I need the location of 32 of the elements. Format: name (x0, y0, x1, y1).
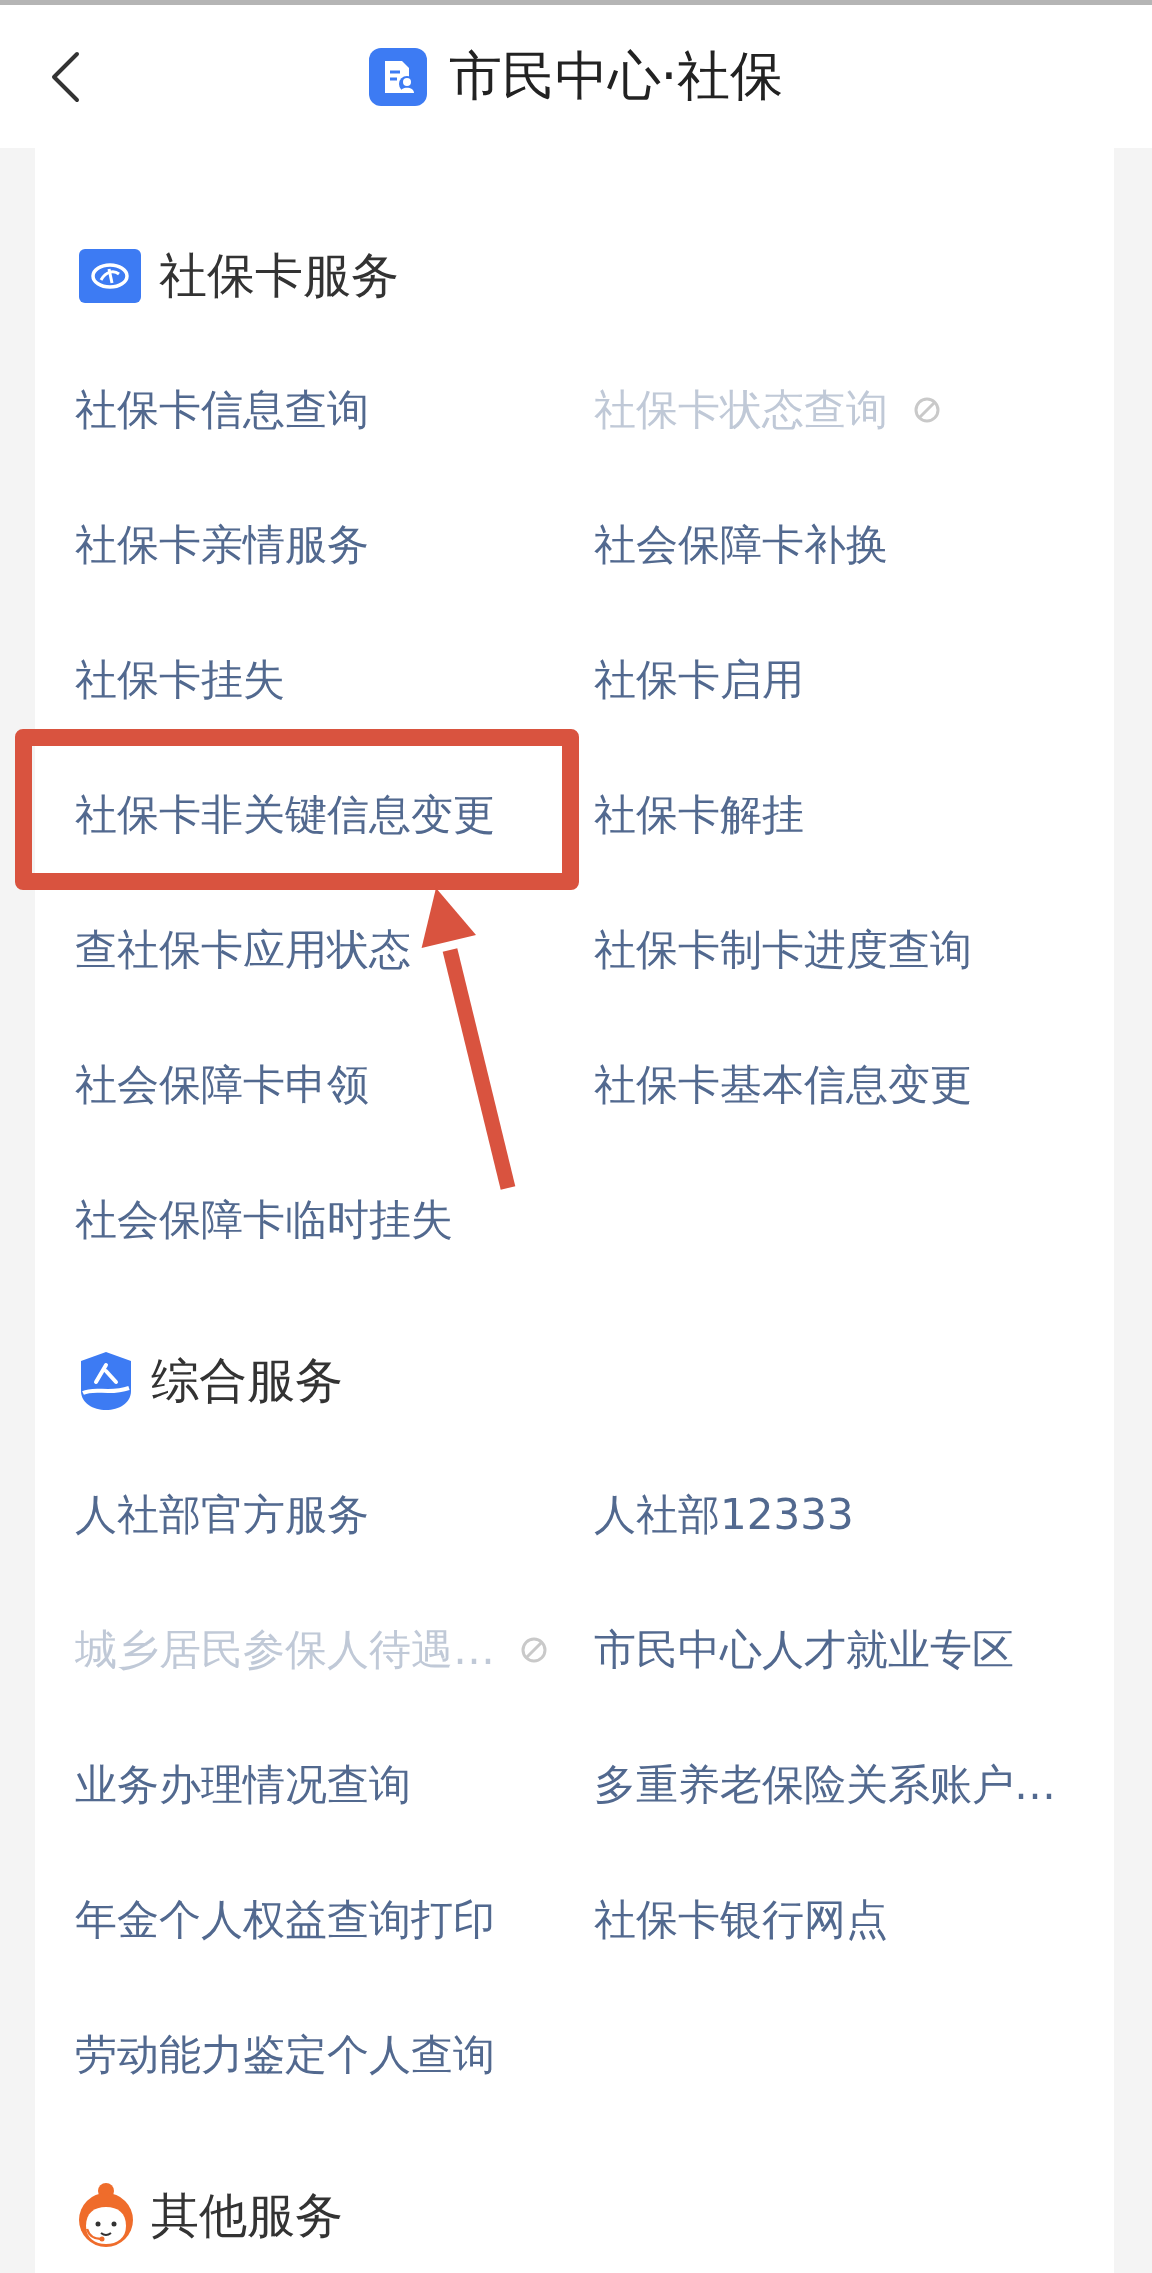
shield-icon (79, 1350, 133, 1411)
service-item[interactable]: 业务办理情况查询 (75, 1760, 411, 1811)
service-item[interactable]: 劳动能力鉴定个人查询 (75, 2030, 495, 2081)
service-item[interactable]: 多重养老保险关系账户… (594, 1760, 1056, 1811)
back-icon (50, 50, 80, 103)
service-item[interactable]: 市民中心人才就业专区 (594, 1625, 1014, 1676)
service-item[interactable]: 社保卡银行网点 (594, 1895, 888, 1946)
service-item[interactable]: 人社部官方服务 (75, 1490, 369, 1541)
service-item[interactable]: 社保卡挂失 (75, 655, 285, 706)
service-item[interactable]: 社保卡解挂 (594, 790, 804, 841)
section-title: 社保卡服务 (159, 245, 399, 305)
service-item[interactable]: 社保卡制卡进度查询 (594, 925, 972, 976)
service-item[interactable]: 社会保障卡临时挂失 (75, 1195, 453, 1246)
prohibited-icon (914, 397, 940, 424)
back-button[interactable] (50, 50, 80, 103)
section-title: 综合服务 (151, 1350, 343, 1410)
service-item[interactable]: 社保卡亲情服务 (75, 520, 369, 571)
service-item[interactable]: 社保卡非关键信息变更 (75, 790, 495, 841)
section-title: 其他服务 (151, 2185, 343, 2245)
document-person-icon (368, 47, 427, 106)
service-item[interactable]: 查社保卡应用状态 (75, 925, 411, 976)
headset-person-icon (79, 2183, 133, 2248)
service-item[interactable]: 社保卡启用 (594, 655, 804, 706)
service-item[interactable]: 社会保障卡补换 (594, 520, 888, 571)
service-item[interactable]: 社保卡基本信息变更 (594, 1060, 972, 1111)
service-item[interactable]: 年金个人权益查询打印 (75, 1895, 495, 1946)
page-title: 市民中心·社保 (448, 43, 784, 108)
emblem-icon (79, 248, 141, 303)
service-item[interactable]: 社会保障卡申领 (75, 1060, 369, 1111)
prohibited-icon (521, 1637, 547, 1664)
service-item[interactable]: 人社部12333 (594, 1490, 854, 1541)
service-item[interactable]: 社保卡信息查询 (75, 385, 369, 436)
